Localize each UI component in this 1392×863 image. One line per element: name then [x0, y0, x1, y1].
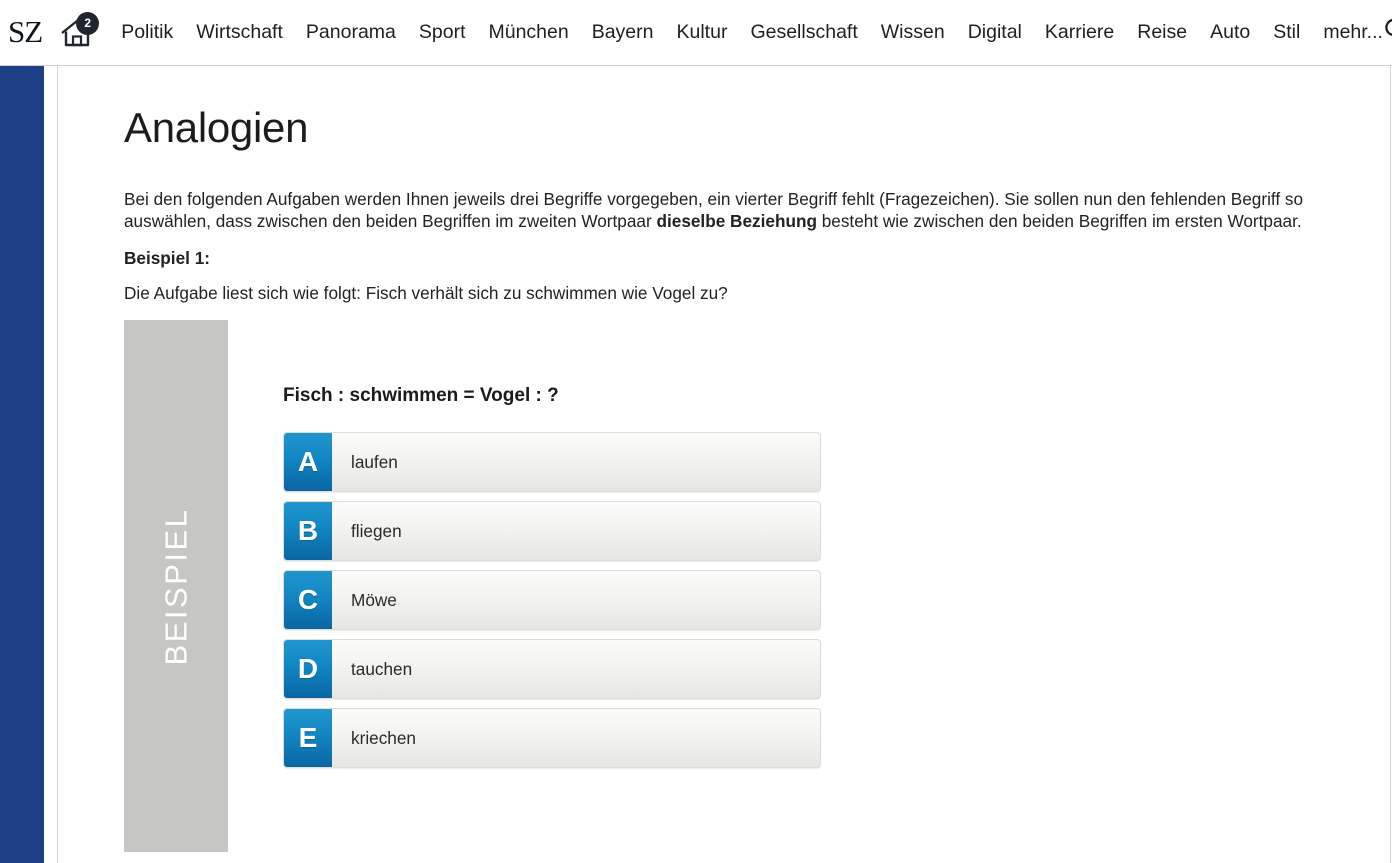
nav-item-auto[interactable]: Auto: [1210, 22, 1250, 43]
left-blue-rail: [0, 66, 44, 863]
nav-item-stil[interactable]: Stil: [1273, 22, 1300, 43]
answer-option-d[interactable]: D tauchen: [283, 639, 821, 699]
nav-item-karriere[interactable]: Karriere: [1045, 22, 1114, 43]
answer-option-label: fliegen: [351, 520, 402, 541]
answer-option-letter: B: [284, 502, 332, 560]
nav-item-digital[interactable]: Digital: [968, 22, 1022, 43]
answer-option-letter: D: [284, 640, 332, 698]
top-navigation-bar: SZ 2 Politik Wirtschaft Panorama Sport M…: [0, 0, 1392, 66]
answer-option-b[interactable]: B fliegen: [283, 501, 821, 561]
question-text: Fisch : schwimmen = Vogel : ?: [283, 385, 559, 406]
example-side-panel-label: BEISPIEL: [158, 507, 194, 665]
nav-item-politik[interactable]: Politik: [121, 22, 173, 43]
answer-option-label: laufen: [351, 451, 398, 472]
search-icon: [1383, 17, 1392, 48]
nav-item-sport[interactable]: Sport: [419, 22, 466, 43]
page-title: Analogien: [124, 104, 309, 151]
answer-option-label: Möwe: [351, 589, 397, 610]
nav-item-bayern[interactable]: Bayern: [592, 22, 654, 43]
answer-option-label: tauchen: [351, 658, 413, 679]
example-heading: Beispiel 1:: [124, 248, 210, 268]
nav-item-wirtschaft[interactable]: Wirtschaft: [196, 22, 283, 43]
answer-option-c[interactable]: C Möwe: [283, 570, 821, 630]
home-button[interactable]: 2: [59, 11, 100, 53]
nav-item-mehr[interactable]: mehr...: [1323, 22, 1383, 43]
home-notification-badge: 2: [76, 11, 100, 35]
nav-item-muenchen[interactable]: München: [488, 22, 568, 43]
nav-item-gesellschaft[interactable]: Gesellschaft: [750, 22, 857, 43]
intro-text-part-2: besteht wie zwischen den beiden Begriffe…: [816, 210, 1302, 231]
answer-option-label: kriechen: [351, 727, 416, 748]
answer-option-letter: E: [284, 709, 332, 767]
answer-option-a[interactable]: A laufen: [283, 432, 821, 492]
sz-logo[interactable]: SZ: [8, 16, 43, 49]
task-description: Die Aufgabe liest sich wie folgt: Fisch …: [124, 283, 728, 303]
nav-item-wissen[interactable]: Wissen: [881, 22, 945, 43]
intro-text-emphasis: dieselbe Beziehung: [656, 210, 817, 231]
intro-paragraph: Bei den folgenden Aufgaben werden Ihnen …: [124, 189, 1304, 232]
answer-option-e[interactable]: E kriechen: [283, 708, 821, 768]
main-nav-links: Politik Wirtschaft Panorama Sport Münche…: [121, 22, 1383, 43]
content-frame: Analogien Bei den folgenden Aufgaben wer…: [57, 66, 1391, 863]
nav-item-panorama[interactable]: Panorama: [306, 22, 396, 43]
answer-options-list: A laufen B fliegen C Möwe D tauchen E kr…: [283, 432, 823, 768]
answer-option-letter: A: [284, 433, 332, 491]
nav-item-kultur[interactable]: Kultur: [677, 22, 728, 43]
quiz-block: Fisch : schwimmen = Vogel : ? A laufen B…: [283, 320, 823, 768]
example-side-panel: BEISPIEL: [124, 320, 228, 852]
answer-option-letter: C: [284, 571, 332, 629]
search-button[interactable]: [1383, 16, 1392, 50]
nav-item-reise[interactable]: Reise: [1137, 22, 1187, 43]
